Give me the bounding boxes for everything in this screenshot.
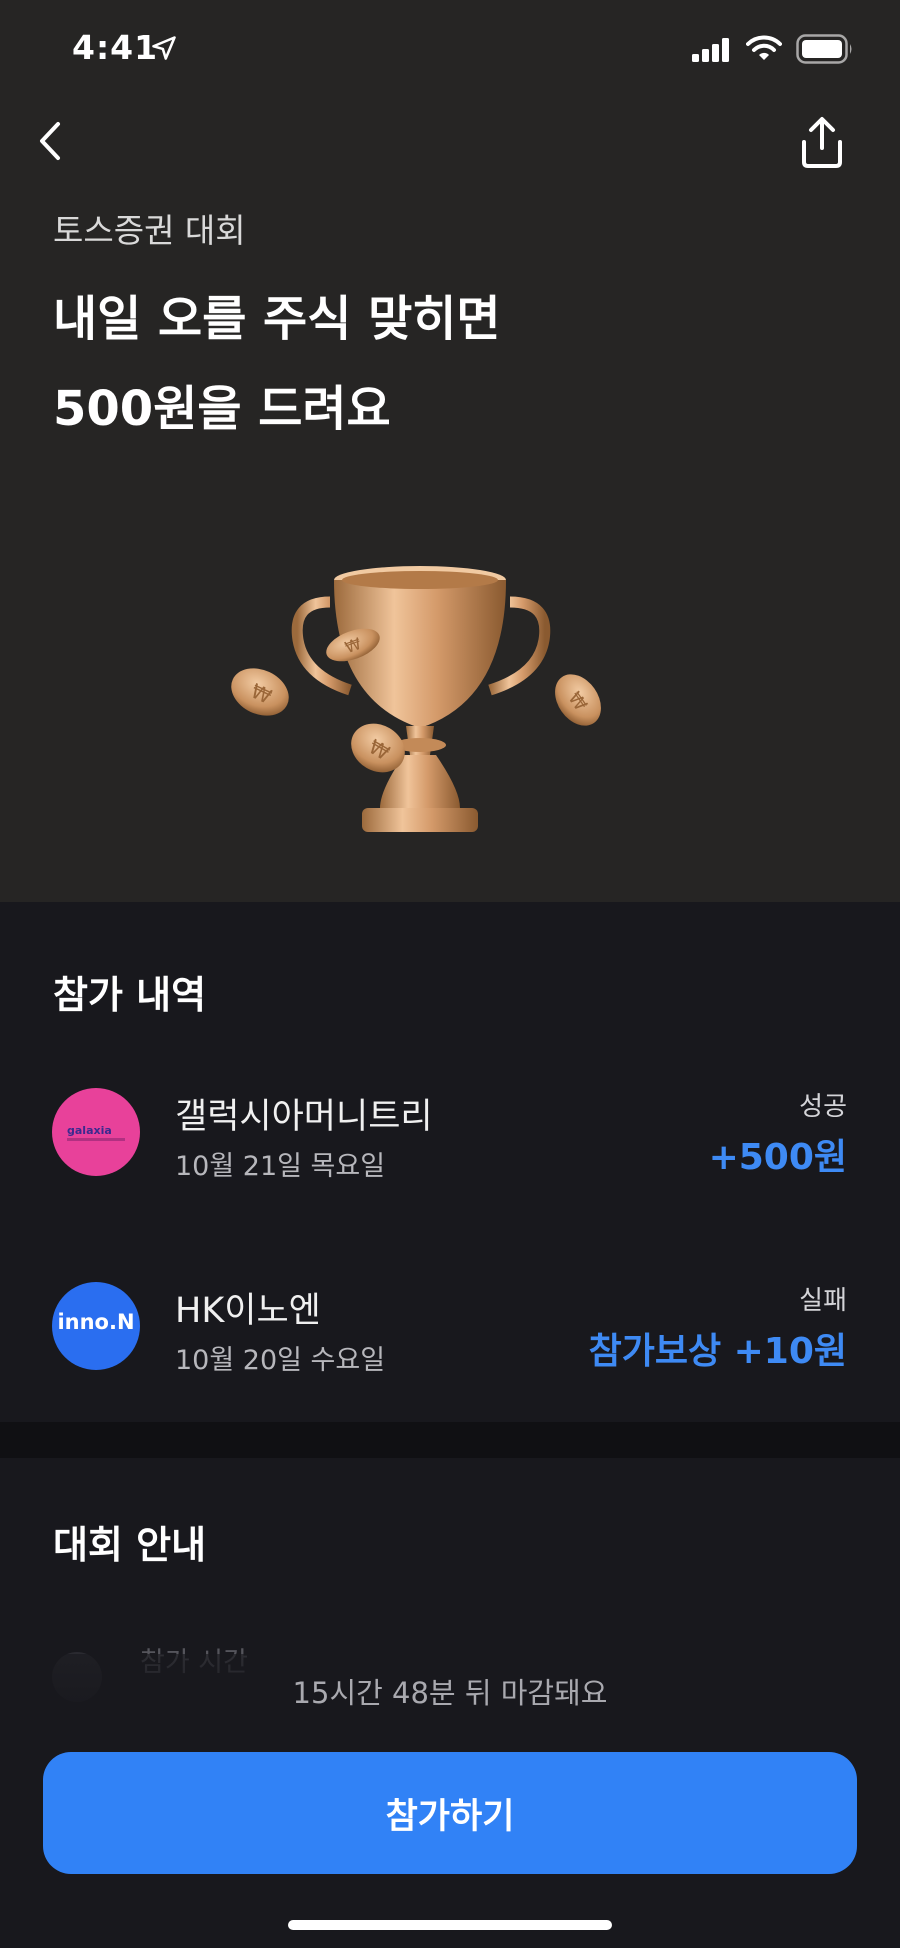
entry-amount: 참가보상 +10원 <box>588 1331 847 1372</box>
participation-history: 참가 내역 galaxia 갤럭시아머니트리 10월 21일 목요일 성공 +5… <box>0 902 900 1422</box>
history-entry[interactable]: inno.N HK이노엔 10월 20일 수요일 실패 참가보상 +10원 <box>0 1260 900 1410</box>
logo-text: galaxia <box>67 1124 112 1137</box>
deadline-text: 15시간 48분 뒤 마감돼요 <box>292 1676 608 1710</box>
share-button[interactable] <box>792 112 852 172</box>
location-arrow-icon <box>152 36 176 60</box>
entry-stock-name: HK이노엔 <box>175 1291 321 1331</box>
entry-date: 10월 21일 목요일 <box>175 1151 386 1182</box>
hero-section: 4:41 토스증권 대회 내일 오를 주식 맞히면 500원을 드려요 ₩ ₩ … <box>0 0 900 902</box>
join-button-label: 참가하기 <box>385 1796 515 1836</box>
home-indicator[interactable] <box>288 1920 612 1930</box>
entry-date: 10월 20일 수요일 <box>175 1345 386 1376</box>
trophy-illustration: ₩ ₩ ₩ ₩ <box>231 566 601 832</box>
entry-result: 성공 <box>799 1092 847 1122</box>
logo-underline <box>67 1138 125 1141</box>
section-divider <box>0 1422 900 1458</box>
join-button[interactable]: 참가하기 <box>43 1752 857 1874</box>
history-title: 참가 내역 <box>53 973 207 1017</box>
company-logo: inno.N <box>52 1282 140 1370</box>
hero-title-line2: 500원을 드려요 <box>53 381 391 437</box>
back-button[interactable] <box>28 108 76 174</box>
status-time: 4:41 <box>72 28 159 67</box>
info-title: 대회 안내 <box>53 1523 207 1567</box>
contest-screen: 4:41 토스증권 대회 내일 오를 주식 맞히면 500원을 드려요 ₩ ₩ … <box>0 0 900 1948</box>
entry-result: 실패 <box>799 1286 847 1316</box>
company-logo: galaxia <box>52 1088 140 1176</box>
entry-stock-name: 갤럭시아머니트리 <box>175 1097 433 1137</box>
wifi-icon <box>746 35 782 60</box>
hero-title-line1: 내일 오를 주식 맞히면 <box>53 291 501 347</box>
hero-subtitle: 토스증권 대회 <box>53 211 246 250</box>
hero-title: 내일 오를 주식 맞히면 500원을 드려요 <box>53 274 753 454</box>
history-entry[interactable]: galaxia 갤럭시아머니트리 10월 21일 목요일 성공 +500원 <box>0 1066 900 1216</box>
logo-text: inno.N <box>57 1310 135 1334</box>
status-bar: 4:41 <box>0 0 900 100</box>
entry-amount: +500원 <box>708 1137 847 1178</box>
battery-icon <box>796 34 852 64</box>
cellular-signal-icon <box>692 38 729 62</box>
